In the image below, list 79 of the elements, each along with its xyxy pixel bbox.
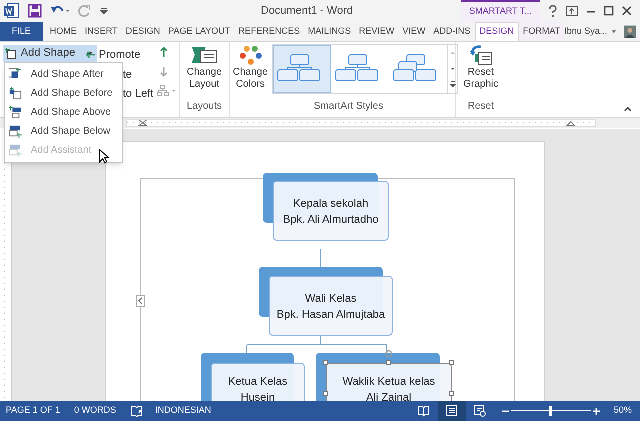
language-indicator[interactable]: INDONESIAN [155, 404, 212, 418]
node-text: Bpk. Ali Almurtadho [283, 213, 379, 228]
left-arrow-icon [86, 51, 95, 60]
web-page-icon [474, 405, 486, 417]
move-up-icon[interactable] [160, 47, 168, 57]
change-layout-button[interactable]: Change Layout [182, 42, 228, 91]
ribbon-tab[interactable]: REFERENCES [234, 22, 304, 41]
demote-button[interactable]: te [123, 67, 132, 84]
collapse-ribbon-icon[interactable] [624, 106, 632, 112]
org-chart-node[interactable]: Waklik Ketua kelas Ali Zainal [326, 363, 452, 401]
node-text: Husein [240, 391, 276, 401]
customize-toolbar-icon[interactable] [100, 7, 108, 15]
add-shape-icon [9, 68, 22, 81]
collapse-text-pane-icon[interactable] [136, 295, 145, 307]
menu-item[interactable]: Add Shape After [5, 65, 122, 84]
node-text: Wali Kelas [305, 292, 357, 307]
dropdown-caret-icon[interactable] [612, 28, 616, 34]
ribbon-tab[interactable]: INSERT [81, 22, 122, 41]
add-shape-icon [9, 144, 22, 157]
layout-icon [192, 45, 218, 65]
add-shape-icon [9, 106, 22, 119]
proofing-icon[interactable] [131, 406, 144, 416]
maximize-icon[interactable] [604, 6, 614, 16]
resize-handle[interactable] [323, 360, 328, 365]
resize-handle[interactable] [449, 360, 454, 365]
save-icon[interactable] [28, 4, 42, 18]
org-chart-node[interactable]: Kepala sekolah Bpk. Ali Almurtadho [273, 181, 389, 241]
node-text: Ali Zainal [366, 391, 412, 401]
group-label: Reset [468, 100, 494, 114]
change-colors-button[interactable]: Change Colors [233, 44, 268, 91]
rotate-handle-icon[interactable] [385, 350, 393, 358]
org-chart-node[interactable]: Ketua Kelas Husein [211, 363, 305, 401]
ribbon-tab[interactable]: MAILINGS [304, 22, 356, 41]
ribbon-tab[interactable]: DESIGN [122, 22, 164, 41]
reset-graphic-button[interactable]: Reset Graphic [458, 42, 504, 91]
group-label: Layouts [186, 100, 222, 114]
ribbon-display-icon[interactable] [566, 6, 578, 16]
close-icon[interactable] [622, 6, 632, 16]
ribbon-tab[interactable]: HOME [46, 22, 82, 41]
ribbon-tab[interactable]: ADD-INS [430, 22, 475, 41]
group-label: SmartArt Styles [314, 100, 384, 114]
node-text: Ketua Kelas [228, 375, 288, 390]
ribbon-tab[interactable]: PAGE LAYOUT [164, 22, 235, 41]
menu-item[interactable]: Add Shape Below [5, 122, 122, 141]
contextual-tab-header: SMARTART T... [461, 0, 540, 22]
ribbon-tab[interactable]: FORMAT [519, 22, 564, 41]
book-icon [418, 405, 430, 417]
resize-handle[interactable] [449, 391, 454, 396]
node-text: Bpk. Hasan Almujtaba [276, 308, 386, 323]
resize-handle[interactable] [323, 391, 328, 396]
word-logo-icon [4, 3, 20, 19]
node-text: Kepala sekolah [293, 197, 369, 212]
color-dots-icon [240, 45, 262, 67]
view-button[interactable] [438, 401, 466, 421]
menu-item[interactable]: Add Shape Above [5, 103, 122, 122]
user-name[interactable]: Ibnu Sya... [564, 22, 612, 41]
ribbon-tab[interactable]: REVIEW [355, 22, 399, 41]
zoom-level[interactable]: 50% [614, 404, 632, 418]
ribbon-tab[interactable]: DESIGN [474, 22, 520, 41]
smartart-style-thumbnail[interactable] [273, 45, 332, 93]
page-count[interactable]: PAGE 1 OF 1 [6, 404, 60, 418]
add-shape-icon [9, 125, 22, 138]
add-shape-icon [9, 87, 22, 100]
node-text: Waklik Ketua kelas [342, 375, 436, 390]
help-icon[interactable] [548, 5, 558, 17]
zoom-slider[interactable] [510, 405, 591, 417]
ribbon-tab[interactable]: FILE [0, 22, 44, 41]
org-chart-node[interactable]: Wali Kelas Bpk. Hasan Almujtaba [269, 276, 393, 336]
add-shape-button[interactable]: Add Shape [3, 45, 98, 62]
menu-item[interactable]: Add Shape Before [5, 84, 122, 103]
ribbon-tab[interactable]: VIEW [398, 22, 430, 41]
zoom-in-icon[interactable] [592, 408, 600, 414]
document-icon [446, 405, 458, 417]
add-shape-icon [5, 48, 17, 60]
right-to-left-button[interactable]: to Left [123, 86, 154, 102]
word-count[interactable]: 0 WORDS [74, 404, 116, 418]
resize-handle[interactable] [386, 360, 391, 365]
window-title: Document1 - Word [261, 4, 354, 19]
dropdown-caret-icon [87, 50, 94, 56]
